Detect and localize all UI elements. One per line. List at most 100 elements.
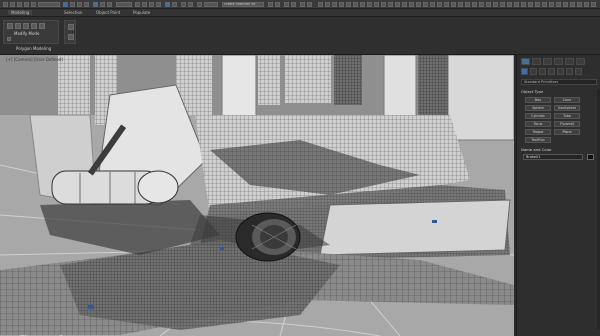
toolbar-icon-ah[interactable] — [549, 2, 554, 7]
select-by-name-icon[interactable] — [70, 2, 75, 7]
selection-filter-dropdown[interactable] — [38, 2, 60, 7]
cylinder-button[interactable]: Cylinder — [525, 113, 551, 119]
lights-icon[interactable] — [539, 68, 546, 75]
box-button[interactable]: Box — [525, 97, 551, 103]
toolbar-icon-ai[interactable] — [556, 2, 561, 7]
toolbar-icon-k[interactable] — [388, 2, 393, 7]
teapot-button[interactable]: Teapot — [525, 129, 551, 135]
toolbar-icon-an[interactable] — [591, 2, 596, 7]
toolbar-icon-o[interactable] — [416, 2, 421, 7]
vertex-icon[interactable] — [7, 23, 13, 29]
object-name-field[interactable]: Brake01 — [523, 154, 583, 160]
toolbar-icon-x[interactable] — [479, 2, 484, 7]
display-tab-icon[interactable] — [565, 58, 574, 65]
mirror-icon[interactable] — [165, 2, 170, 7]
name-color-title[interactable]: Name and Color — [521, 147, 552, 152]
toolbar-icon-ag[interactable] — [542, 2, 547, 7]
schematic-view-icon[interactable] — [275, 2, 280, 7]
viewport-scene[interactable] — [0, 55, 514, 336]
toolbar-icon-i[interactable] — [374, 2, 379, 7]
tab-object-paint[interactable]: Object Paint — [96, 10, 120, 15]
toolbar-icon-ae[interactable] — [528, 2, 533, 7]
toolbar-icon-c[interactable] — [332, 2, 337, 7]
snap-toggle-icon[interactable] — [142, 2, 147, 7]
create-tab-icon[interactable] — [521, 58, 530, 65]
toolbar-icon-v[interactable] — [465, 2, 470, 7]
toolbar-icon-n[interactable] — [409, 2, 414, 7]
toolbar-icon-g[interactable] — [360, 2, 365, 7]
undo-icon[interactable] — [3, 2, 8, 7]
scene-explorer-icon[interactable] — [188, 2, 193, 7]
modify-tab-icon[interactable] — [532, 58, 541, 65]
toolbar-icon-t[interactable] — [451, 2, 456, 7]
utilities-tab-icon[interactable] — [576, 58, 585, 65]
toolbar-icon-q[interactable] — [430, 2, 435, 7]
toolbar-icon-s[interactable] — [444, 2, 449, 7]
collapse-icon[interactable] — [7, 37, 11, 41]
toolbar-icon-u[interactable] — [458, 2, 463, 7]
render-icon[interactable] — [307, 2, 312, 7]
textplus-button[interactable]: TextPlus — [525, 137, 551, 143]
stack-icon[interactable] — [68, 34, 74, 40]
render-setup-icon[interactable] — [291, 2, 296, 7]
tab-selection[interactable]: Selection — [64, 10, 82, 15]
toolbar-icon-ac[interactable] — [514, 2, 519, 7]
align-icon[interactable] — [172, 2, 177, 7]
tab-modeling[interactable]: Modeling — [8, 10, 33, 15]
toolbar-icon-f[interactable] — [353, 2, 358, 7]
render-frame-icon[interactable] — [300, 2, 305, 7]
plane-button[interactable]: Plane — [554, 129, 580, 135]
move-icon[interactable] — [93, 2, 98, 7]
tab-populate[interactable]: Populate — [133, 10, 150, 15]
keyboard-shortcut-icon[interactable] — [197, 2, 202, 7]
angle-snap-icon[interactable] — [149, 2, 154, 7]
toolbar-icon-p[interactable] — [423, 2, 428, 7]
geometry-icon[interactable] — [521, 68, 528, 75]
toolbar-icon-am[interactable] — [584, 2, 589, 7]
material-editor-icon[interactable] — [284, 2, 289, 7]
toolbar-icon-a[interactable] — [318, 2, 323, 7]
toolbar-icon-b[interactable] — [325, 2, 330, 7]
torus-button[interactable]: Torus — [525, 121, 551, 127]
viewport-label[interactable]: [+] [Camera] [User Defined] — [6, 57, 63, 62]
polygon-icon[interactable] — [31, 23, 37, 29]
toolbar-icon-e[interactable] — [346, 2, 351, 7]
cone-button[interactable]: Cone — [554, 97, 580, 103]
toolbar-icon-ad[interactable] — [521, 2, 526, 7]
toolbar-icon-r[interactable] — [437, 2, 442, 7]
toolbar-icon-ab[interactable] — [507, 2, 512, 7]
toolbar-icon-aa[interactable] — [500, 2, 505, 7]
toolbar-icon-j[interactable] — [381, 2, 386, 7]
layer-icon[interactable] — [181, 2, 186, 7]
space-warps-icon[interactable] — [566, 68, 573, 75]
object-color-swatch[interactable] — [587, 154, 594, 160]
border-icon[interactable] — [23, 23, 29, 29]
helpers-icon[interactable] — [557, 68, 564, 75]
edge-icon[interactable] — [15, 23, 21, 29]
selection-set-dropdown[interactable]: Create Selection Se — [222, 2, 264, 7]
toolbar-icon-z[interactable] — [493, 2, 498, 7]
toolbar-icon-af[interactable] — [535, 2, 540, 7]
unlink-icon[interactable] — [24, 2, 29, 7]
toolbar-icon-d[interactable] — [339, 2, 344, 7]
element-icon[interactable] — [39, 23, 45, 29]
modify-mode-label[interactable]: Modify Mode — [14, 31, 39, 36]
select-object-icon[interactable] — [63, 2, 68, 7]
toolbar-icon-aj[interactable] — [563, 2, 568, 7]
perspective-viewport[interactable]: [+] [Camera] [User Defined] — [0, 55, 514, 336]
redo-icon[interactable] — [10, 2, 15, 7]
cameras-icon[interactable] — [548, 68, 555, 75]
toolbar-icon-m[interactable] — [402, 2, 407, 7]
toolbar-icon-y[interactable] — [486, 2, 491, 7]
percent-snap-icon[interactable] — [156, 2, 161, 7]
scale-icon[interactable] — [107, 2, 112, 7]
named-set-icon[interactable] — [204, 2, 218, 7]
window-crossing-icon[interactable] — [84, 2, 89, 7]
toolbar-icon-al[interactable] — [577, 2, 582, 7]
toolbar-icon-l[interactable] — [395, 2, 400, 7]
motion-tab-icon[interactable] — [554, 58, 563, 65]
toolbar-icon-w[interactable] — [472, 2, 477, 7]
toolbar-icon-ak[interactable] — [570, 2, 575, 7]
geosphere-button[interactable]: GeoSphere — [554, 105, 580, 111]
rotate-icon[interactable] — [100, 2, 105, 7]
